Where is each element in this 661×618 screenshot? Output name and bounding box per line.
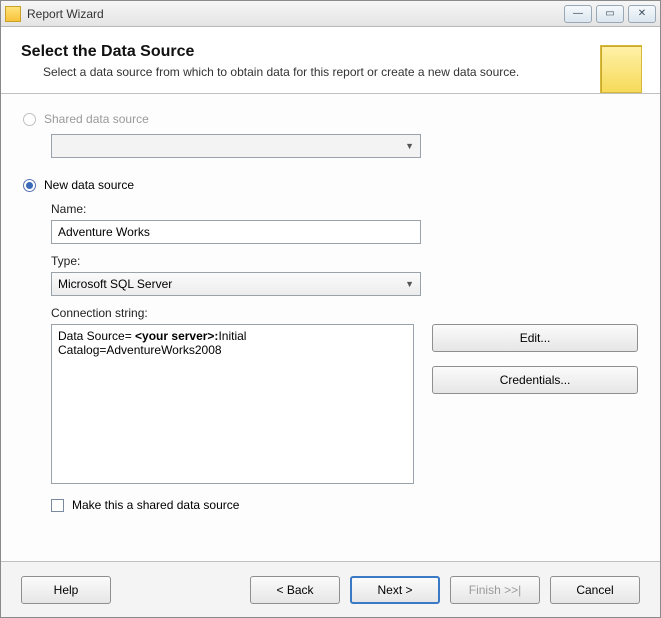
titlebar: Report Wizard — ▭ ✕	[1, 1, 660, 27]
name-label: Name:	[51, 202, 638, 216]
help-button[interactable]: Help	[21, 576, 111, 604]
credentials-button[interactable]: Credentials...	[432, 366, 638, 394]
radio-shared	[23, 113, 36, 126]
wizard-body: Shared data source ▼ New data source Nam…	[1, 94, 660, 561]
connection-label: Connection string:	[51, 306, 638, 320]
page-subtitle: Select a data source from which to obtai…	[21, 65, 640, 79]
close-button[interactable]: ✕	[628, 5, 656, 23]
make-shared-checkbox[interactable]	[51, 499, 64, 512]
report-wizard-window: Report Wizard — ▭ ✕ Select the Data Sour…	[0, 0, 661, 618]
connection-string-input[interactable]: Data Source= <your server>:Initial Catal…	[51, 324, 414, 484]
type-label: Type:	[51, 254, 638, 268]
maximize-button[interactable]: ▭	[596, 5, 624, 23]
page-title: Select the Data Source	[21, 43, 640, 61]
conn-prefix: Data Source=	[58, 329, 135, 343]
minimize-button[interactable]: —	[564, 5, 592, 23]
chevron-down-icon: ▼	[405, 141, 414, 151]
new-label: New data source	[44, 178, 134, 192]
shared-label: Shared data source	[44, 112, 149, 126]
chevron-down-icon: ▼	[405, 279, 414, 289]
note-icon	[600, 45, 642, 93]
cancel-button[interactable]: Cancel	[550, 576, 640, 604]
radio-new[interactable]	[23, 179, 36, 192]
finish-button: Finish >>|	[450, 576, 540, 604]
back-button[interactable]: < Back	[250, 576, 340, 604]
window-buttons: — ▭ ✕	[564, 5, 656, 23]
type-dropdown[interactable]: Microsoft SQL Server ▼	[51, 272, 421, 296]
make-shared-option[interactable]: Make this a shared data source	[51, 498, 638, 512]
type-value: Microsoft SQL Server	[58, 277, 172, 291]
wizard-footer: Help < Back Next > Finish >>| Cancel	[1, 561, 660, 617]
conn-bold: <your server>:	[135, 329, 218, 343]
shared-data-source-option: Shared data source	[23, 112, 638, 126]
name-input[interactable]	[51, 220, 421, 244]
new-data-source-option[interactable]: New data source	[23, 178, 638, 192]
app-icon	[5, 6, 21, 22]
window-title: Report Wizard	[27, 7, 564, 21]
shared-source-dropdown: ▼	[51, 134, 421, 158]
make-shared-label: Make this a shared data source	[72, 498, 239, 512]
edit-button[interactable]: Edit...	[432, 324, 638, 352]
wizard-header: Select the Data Source Select a data sou…	[1, 27, 660, 94]
next-button[interactable]: Next >	[350, 576, 440, 604]
